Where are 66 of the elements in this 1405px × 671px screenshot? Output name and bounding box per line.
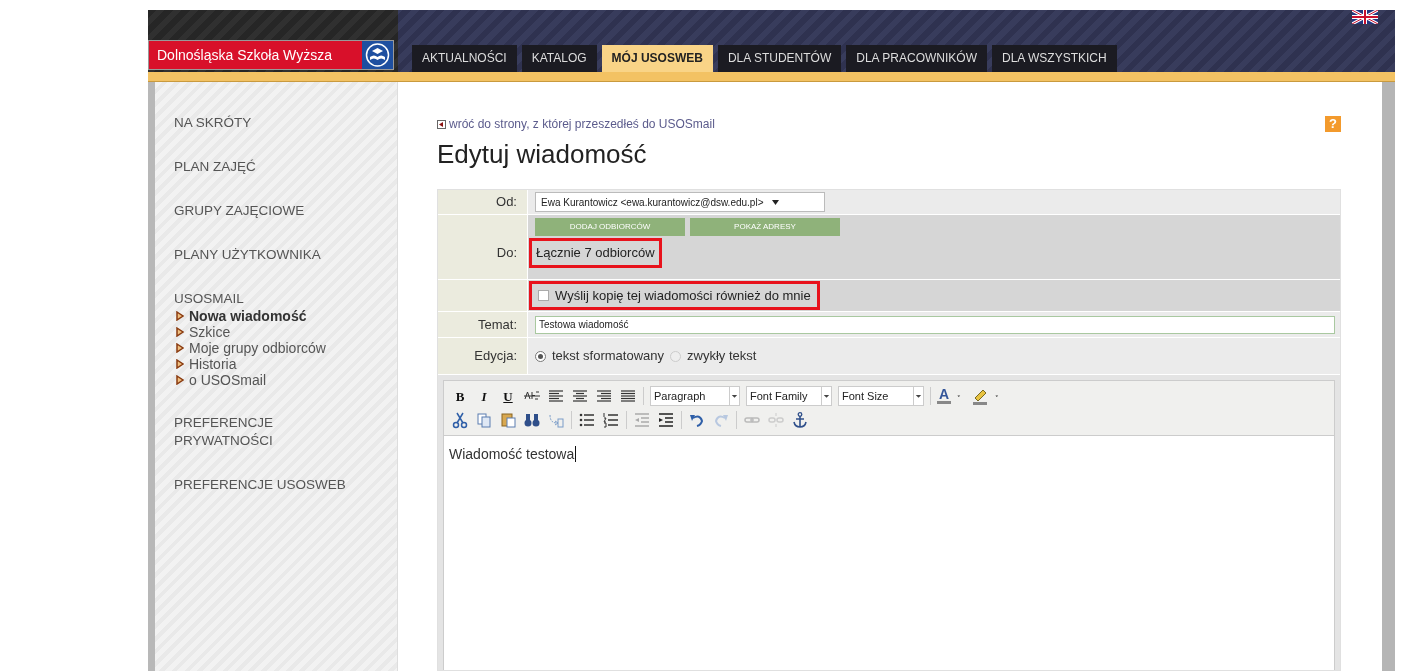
bullet-icon bbox=[176, 311, 184, 321]
nav-tab[interactable]: DLA PRACOWNIKÓW bbox=[846, 45, 987, 72]
field-label: Edycja: bbox=[474, 347, 517, 366]
sidebar-item[interactable]: NA SKRÓTY bbox=[174, 114, 346, 132]
align-right-icon[interactable] bbox=[595, 387, 613, 405]
logo-text: Dolnośląska Szkoła Wyższa bbox=[149, 41, 362, 69]
book-logo-icon bbox=[362, 41, 393, 69]
sidebar-item[interactable]: USOSMAIL bbox=[174, 290, 346, 308]
dropdown-arrow-icon bbox=[821, 387, 831, 405]
sidebar-subitem[interactable]: Nowa wiadomość bbox=[176, 308, 397, 324]
paste-icon[interactable] bbox=[499, 411, 517, 429]
bullet-list-icon[interactable] bbox=[578, 411, 596, 429]
uk-flag-icon[interactable] bbox=[1352, 10, 1378, 24]
page-title: Edytuj wiadomość bbox=[437, 138, 648, 171]
sidebar-item[interactable]: PLAN ZAJĘĆ bbox=[174, 158, 346, 176]
back-arrow-icon bbox=[437, 119, 446, 129]
align-center-icon[interactable] bbox=[571, 387, 589, 405]
format-button[interactable]: B bbox=[451, 387, 469, 405]
bullet-icon bbox=[176, 359, 184, 369]
align-left-icon[interactable] bbox=[547, 387, 565, 405]
back-link[interactable]: wróć do strony, z której przeszedłeś do USOSmail bbox=[437, 115, 715, 133]
bullet-icon bbox=[176, 375, 184, 385]
text-color-button[interactable]: A bbox=[937, 387, 951, 405]
toolbar-dropdown[interactable]: Font Size bbox=[838, 386, 924, 406]
numbered-list-icon[interactable] bbox=[602, 411, 620, 429]
format-button[interactable]: U bbox=[499, 387, 517, 405]
anchor-icon[interactable] bbox=[791, 411, 809, 429]
sidebar-item[interactable]: PREFERENCJE USOSWEB bbox=[174, 476, 346, 494]
bullet-icon bbox=[176, 343, 184, 353]
nav-tab[interactable]: DLA WSZYSTKICH bbox=[991, 45, 1117, 72]
field-label: Od: bbox=[496, 193, 517, 212]
toolbar-dropdown[interactable]: Font Family bbox=[746, 386, 832, 406]
indent-icon[interactable] bbox=[657, 411, 675, 429]
dropdown-arrow-icon bbox=[771, 199, 779, 205]
editor-area[interactable]: Wiadomość testowa bbox=[443, 436, 1335, 670]
sidebar-subitem[interactable]: o USOSmail bbox=[176, 372, 397, 388]
recipients-summary: Łącznie 7 odbiorców bbox=[529, 238, 662, 268]
sidebar-item[interactable]: GRUPY ZAJĘCIOWE bbox=[174, 202, 346, 220]
sidebar-item[interactable]: PLANY UŻYTKOWNIKA bbox=[174, 246, 346, 264]
binoculars-icon[interactable] bbox=[523, 411, 541, 429]
field-label: Do: bbox=[496, 244, 517, 263]
sidebar-subitem[interactable]: Szkice bbox=[176, 324, 397, 340]
sidebar-subitem[interactable]: Moje grupy odbiorców bbox=[176, 340, 397, 356]
format-radio[interactable]: tekst sformatowany bbox=[535, 346, 664, 366]
copy-checkbox[interactable]: Wyślij kopię tej wiadomości również do mnie bbox=[529, 280, 820, 311]
sidebar-subitem[interactable]: Historia bbox=[176, 356, 397, 372]
highlighter-icon[interactable] bbox=[971, 387, 989, 405]
copy-icon[interactable] bbox=[475, 411, 493, 429]
nav-tab[interactable]: AKTUALNOŚCI bbox=[412, 45, 517, 72]
editor-text: Wiadomość testowa bbox=[449, 446, 577, 462]
sidebar-item[interactable]: PREFERENCJE PRYWATNOŚCI bbox=[174, 414, 346, 450]
nav-tab[interactable]: KATALOG bbox=[521, 45, 597, 72]
format-button[interactable]: I bbox=[475, 387, 493, 405]
scissors-icon[interactable] bbox=[451, 411, 469, 429]
sender-select[interactable]: Ewa Kurantowicz <ewa.kurantowicz@dsw.edu.pl> bbox=[535, 192, 825, 212]
bullet-icon bbox=[176, 327, 184, 337]
nav-tab[interactable]: MÓJ USOSWEB bbox=[601, 45, 713, 72]
nav-tab[interactable]: DLA STUDENTÓW bbox=[717, 45, 842, 72]
dropdown-arrow-icon bbox=[729, 387, 739, 405]
field-label: Temat: bbox=[478, 315, 517, 334]
subject-field[interactable]: Testowa wiadomość bbox=[535, 315, 1335, 334]
school-logo[interactable]: Dolnośląska Szkoła Wyższa bbox=[148, 40, 394, 70]
format-radio[interactable]: zwykły tekst bbox=[670, 346, 757, 366]
toolbar-dropdown[interactable]: Paragraph bbox=[650, 386, 740, 406]
dropdown-arrow-icon bbox=[913, 387, 923, 405]
justify-icon[interactable] bbox=[619, 387, 637, 405]
